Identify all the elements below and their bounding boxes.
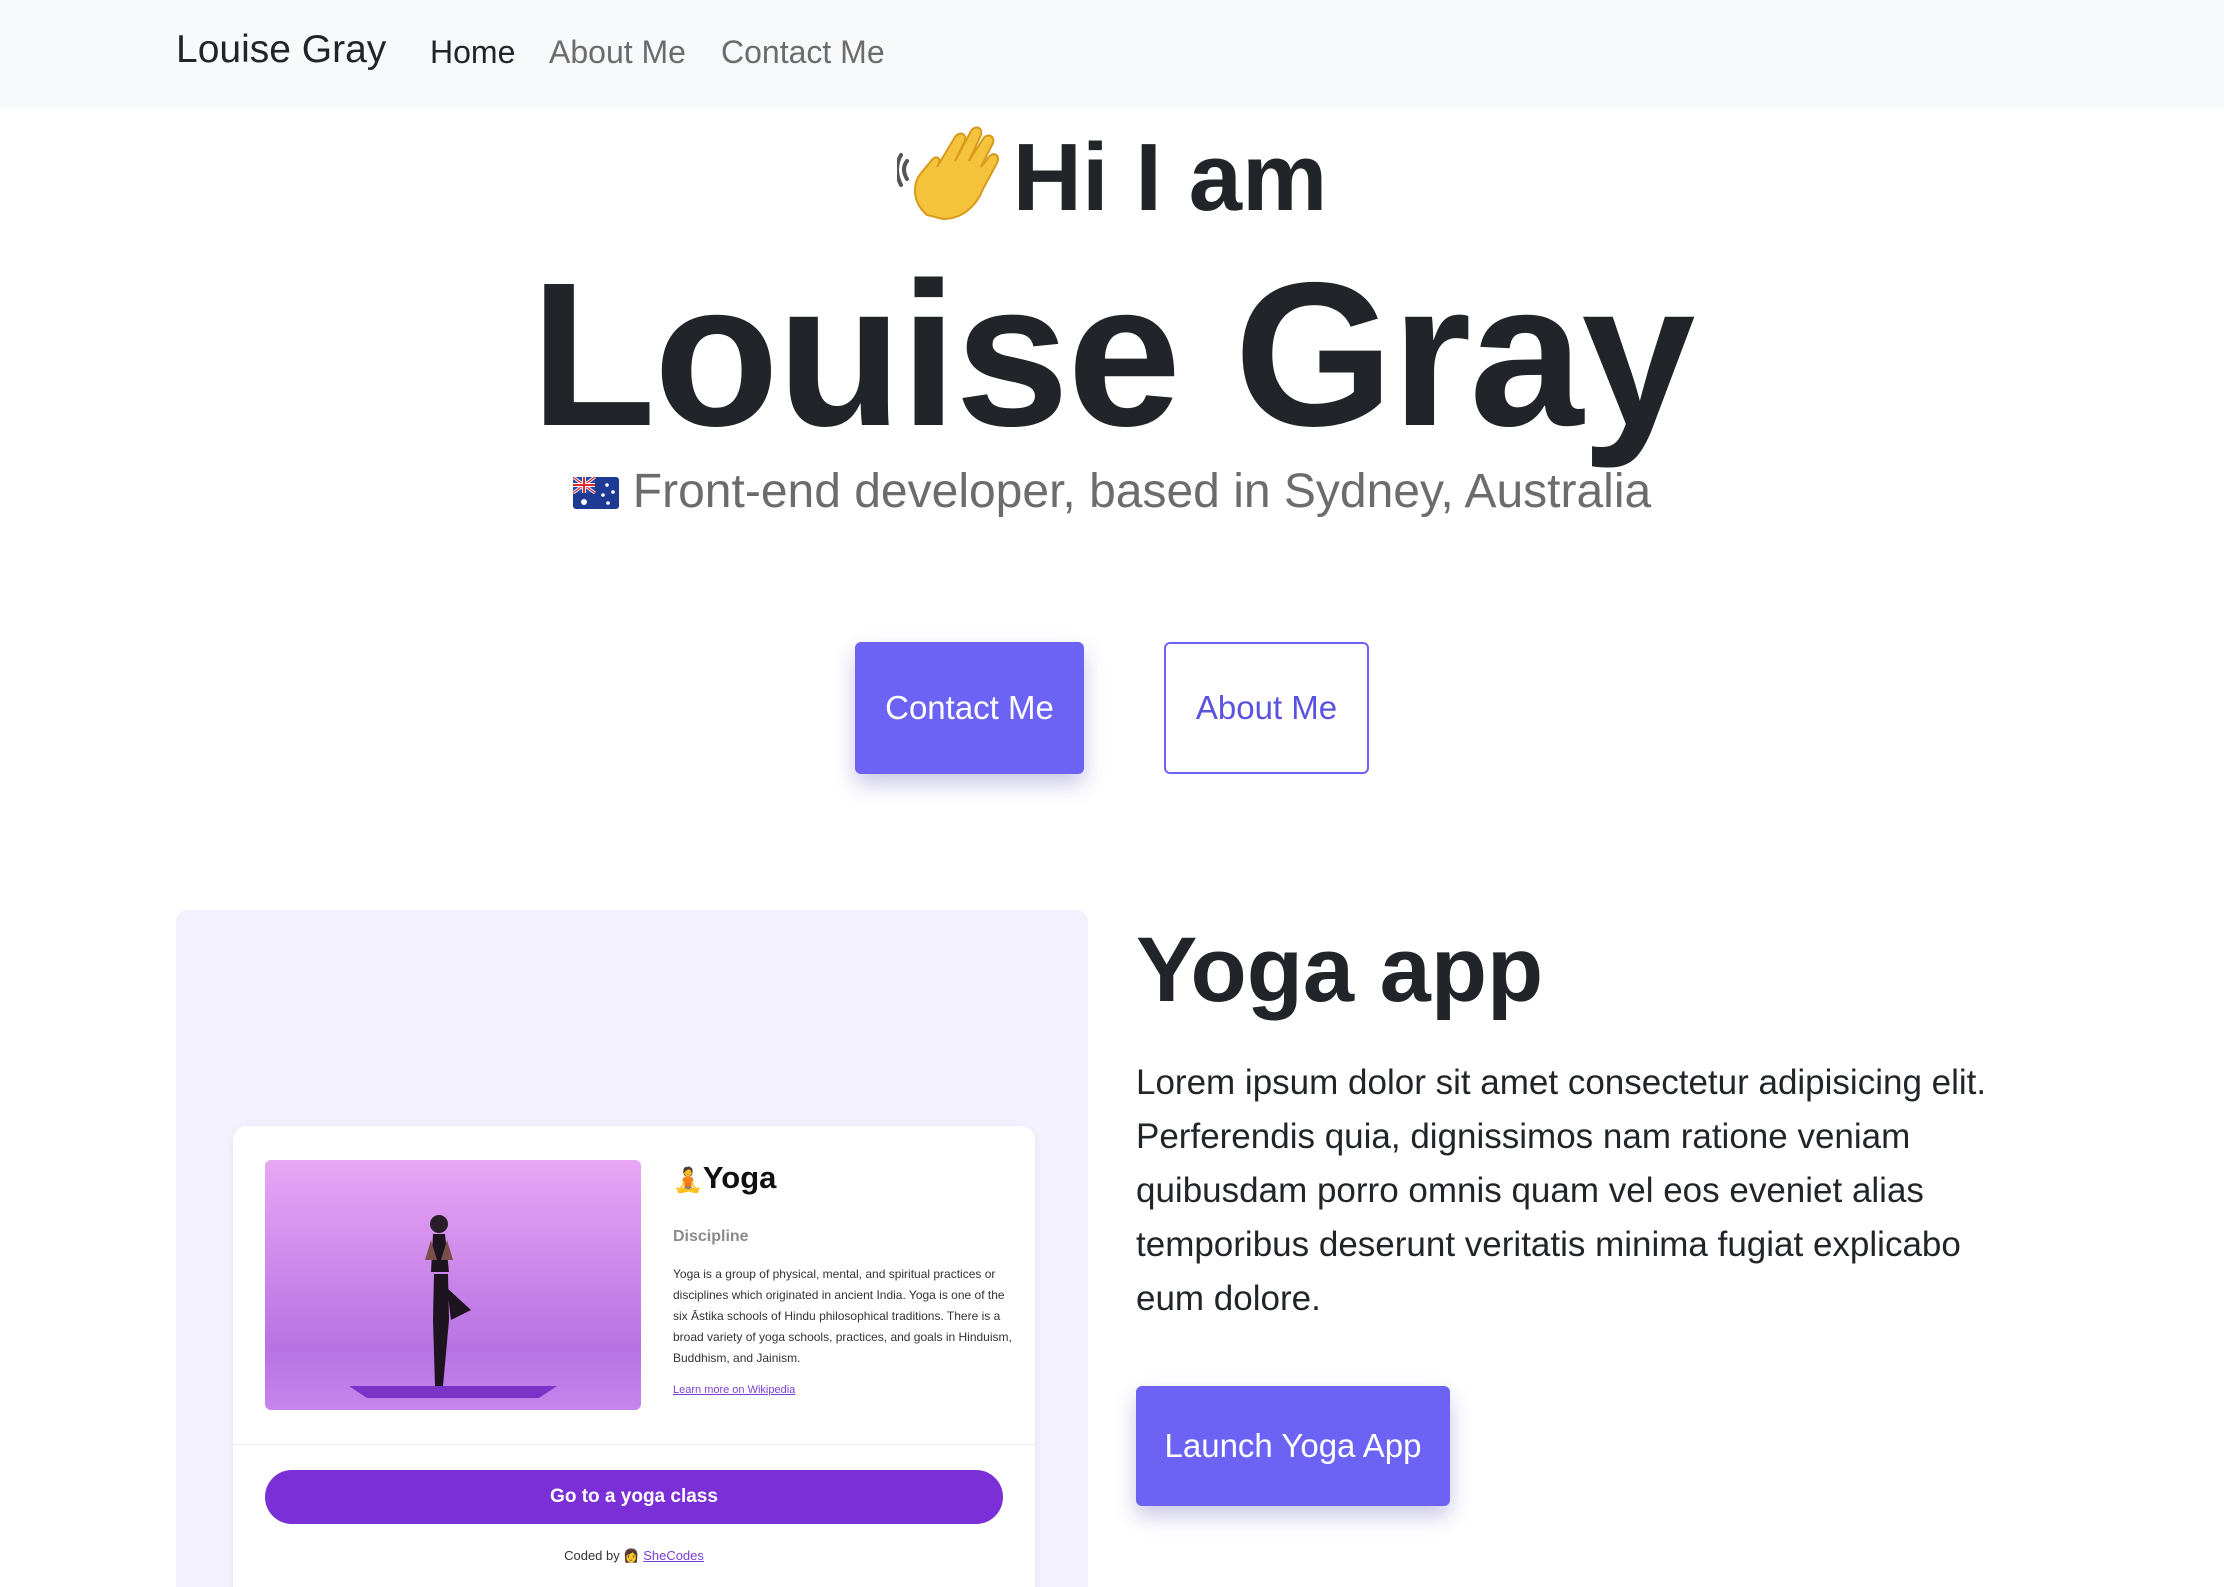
hero-name: Louise Gray bbox=[530, 240, 1696, 469]
navbar: Louise Gray Home About Me Contact Me bbox=[0, 0, 2224, 108]
woman-icon: 👩 bbox=[623, 1548, 640, 1563]
yoga-card-description: Yoga is a group of physical, mental, and… bbox=[673, 1267, 1012, 1365]
australia-flag-icon bbox=[571, 464, 619, 524]
project-description: Lorem ipsum dolor sit amet consectetur a… bbox=[1136, 1063, 1987, 1318]
yoga-card-title: 🧘Yoga bbox=[673, 1160, 777, 1195]
divider bbox=[233, 1444, 1035, 1445]
nav-link-about[interactable]: About Me bbox=[549, 34, 686, 71]
yoga-card-subtitle: Discipline bbox=[673, 1228, 749, 1245]
tagline-text: Front-end developer, based in Sydney, Au… bbox=[632, 465, 1652, 518]
meditation-icon: 🧘 bbox=[673, 1167, 703, 1194]
nav-link-contact[interactable]: Contact Me bbox=[721, 34, 885, 71]
yoga-app-preview-card: 🧘Yoga Discipline Yoga is a group of phys… bbox=[233, 1126, 1035, 1587]
nav-link-home[interactable]: Home bbox=[430, 34, 515, 71]
hero-tagline: Front-end developer, based in Sydney, Au… bbox=[0, 462, 2224, 524]
launch-yoga-app-button[interactable]: Launch Yoga App bbox=[1136, 1386, 1450, 1506]
greeting-text: Hi I am bbox=[1012, 124, 1328, 231]
about-me-button[interactable]: About Me bbox=[1164, 642, 1369, 774]
project-title: Yoga app bbox=[1136, 919, 1544, 1021]
coded-by-credit: Coded by 👩 SheCodes bbox=[564, 1548, 704, 1563]
hero-greeting: Hi I am bbox=[0, 118, 2224, 249]
shecodes-link[interactable]: SheCodes bbox=[643, 1548, 704, 1563]
contact-me-button[interactable]: Contact Me bbox=[855, 642, 1084, 774]
waving-hand-icon bbox=[894, 121, 1001, 249]
yoga-class-button[interactable]: Go to a yoga class bbox=[265, 1470, 1003, 1524]
wikipedia-link[interactable]: Learn more on Wikipedia bbox=[673, 1384, 795, 1396]
yoga-pose-image bbox=[265, 1160, 641, 1410]
navbar-brand[interactable]: Louise Gray bbox=[176, 28, 386, 72]
